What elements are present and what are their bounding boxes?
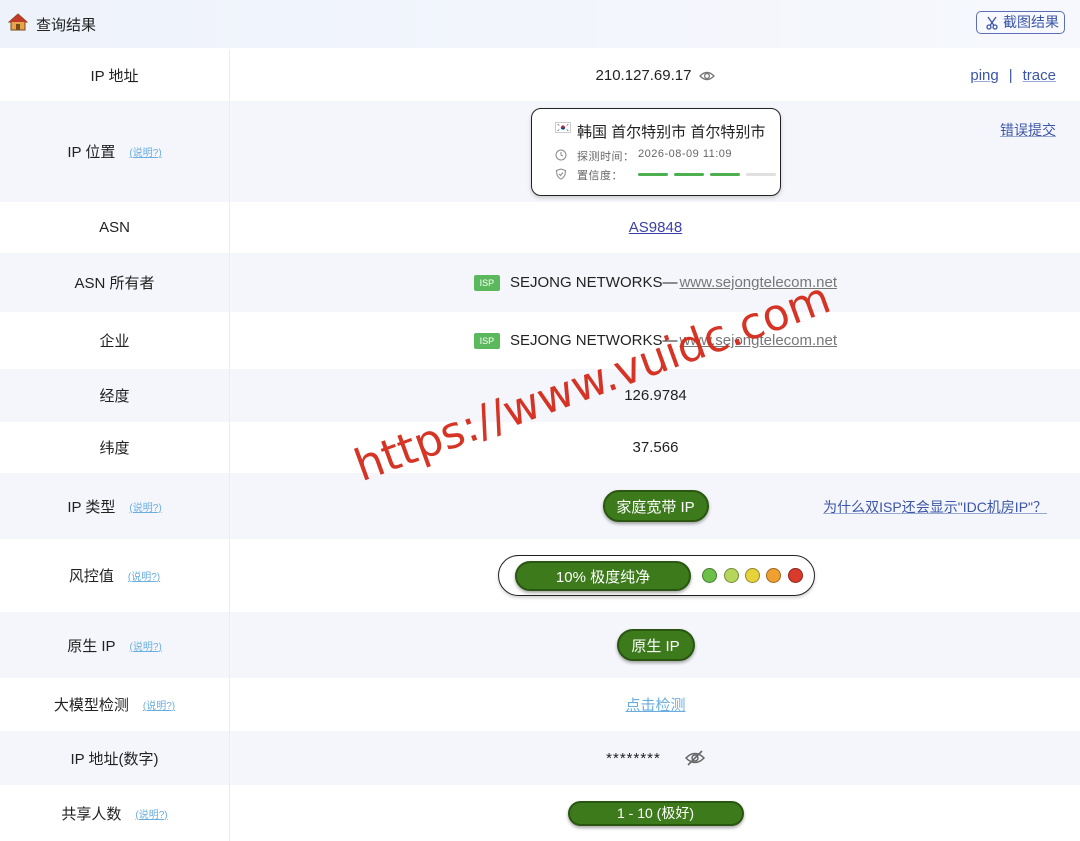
- risk-score-panel: 10% 极度纯净: [498, 555, 815, 596]
- detect-time-label: 探测时间：: [577, 151, 635, 163]
- risk-level-dot-1: [702, 568, 717, 583]
- screenshot-button[interactable]: 截图结果: [976, 11, 1065, 34]
- row-ip-type: IP 类型 (说明?) 家庭宽带 IP 为什么双ISP还会显示"IDC机房IP"…: [0, 473, 1080, 539]
- korea-flag-icon: [555, 122, 571, 133]
- eye-off-icon[interactable]: [684, 749, 705, 767]
- risk-score-badge: 10% 极度纯净: [515, 561, 691, 591]
- confidence-segment: [746, 173, 776, 176]
- risk-score-label: 风控值 (说明?): [0, 539, 230, 612]
- shield-check-icon: [555, 168, 567, 180]
- longitude-value-cell: 126.9784: [231, 369, 1080, 422]
- help-link[interactable]: (说明?): [129, 144, 161, 159]
- confidence-bar: [638, 173, 776, 176]
- row-company: 企业 ISP SEJONG NETWORKS— www.sejongteleco…: [0, 312, 1080, 369]
- shared-users-label: 共享人数 (说明?): [0, 785, 230, 841]
- ip-type-label: IP 类型 (说明?): [0, 473, 230, 539]
- shared-users-value-cell: 1 - 10 (极好): [231, 785, 1080, 841]
- row-ip-address: IP 地址 210.127.69.17 ping | trace: [0, 50, 1080, 101]
- eye-icon[interactable]: [699, 68, 716, 84]
- ip-numeric-label: IP 地址(数字): [0, 731, 230, 785]
- row-native-ip: 原生 IP (说明?) 原生 IP: [0, 612, 1080, 678]
- detect-time-value: 2026-08-09 11:09: [638, 148, 733, 160]
- confidence-segment: [674, 173, 704, 176]
- location-place: 韩国 首尔特别市 首尔特别市: [577, 124, 766, 141]
- page-title: 查询结果: [36, 17, 97, 34]
- ping-trace-links: ping | trace: [970, 67, 1056, 84]
- asn-label: ASN: [0, 202, 230, 253]
- confidence-segment: [710, 173, 740, 176]
- row-risk-score: 风控值 (说明?) 10% 极度纯净: [0, 539, 1080, 612]
- dual-isp-faq-link[interactable]: 为什么双ISP还会显示"IDC机房IP"？: [823, 497, 1047, 517]
- ip-numeric-masked-value: ********: [606, 749, 661, 767]
- risk-level-dot-3: [745, 568, 760, 583]
- screenshot-button-label: 截图结果: [1003, 14, 1059, 30]
- location-card: 韩国 首尔特别市 首尔特别市 探测时间： 2026-08-09 11:09 置信…: [531, 108, 781, 196]
- risk-level-dot-5: [788, 568, 803, 583]
- native-ip-badge: 原生 IP: [616, 629, 695, 661]
- asn-owner-website-link[interactable]: www.sejongtelecom.net: [679, 274, 837, 291]
- native-ip-label: 原生 IP (说明?): [0, 612, 230, 678]
- row-shared-users: 共享人数 (说明?) 1 - 10 (极好): [0, 785, 1080, 841]
- help-link[interactable]: (说明?): [130, 638, 162, 653]
- ip-location-label: IP 位置 (说明?): [0, 101, 230, 202]
- latitude-label: 纬度: [0, 422, 230, 473]
- asn-owner-label: ASN 所有者: [0, 253, 230, 312]
- row-longitude: 经度 126.9784: [0, 369, 1080, 422]
- risk-level-dot-4: [766, 568, 781, 583]
- confidence-label: 置信度：: [577, 170, 623, 182]
- company-website-link[interactable]: www.sejongtelecom.net: [679, 332, 837, 349]
- ping-link[interactable]: ping: [970, 67, 998, 84]
- ip-address-value-cell: 210.127.69.17: [231, 50, 1080, 101]
- isp-badge: ISP: [473, 274, 500, 291]
- llm-detection-label: 大模型检测 (说明?): [0, 678, 230, 731]
- asn-owner-name: SEJONG NETWORKS—: [509, 274, 678, 291]
- row-latitude: 纬度 37.566: [0, 422, 1080, 473]
- ip-type-badge: 家庭宽带 IP: [602, 490, 709, 522]
- company-name: SEJONG NETWORKS—: [509, 332, 678, 349]
- help-link[interactable]: (说明?): [135, 806, 167, 821]
- ip-address-value: 210.127.69.17: [595, 67, 692, 84]
- isp-badge: ISP: [473, 332, 500, 349]
- row-ip-location: IP 位置 (说明?) 韩国 首尔特别市 首尔特别市 探测时间： 2026-08…: [0, 101, 1080, 202]
- latitude-value: 37.566: [632, 439, 679, 456]
- longitude-value: 126.9784: [624, 387, 687, 404]
- click-detect-link[interactable]: 点击检测: [625, 694, 685, 715]
- longitude-label: 经度: [0, 369, 230, 422]
- home-icon: [8, 13, 28, 31]
- shared-users-badge: 1 - 10 (极好): [567, 800, 744, 826]
- report-error-link[interactable]: 错误提交: [1000, 120, 1056, 140]
- row-asn-owner: ASN 所有者 ISP SEJONG NETWORKS— www.sejongt…: [0, 253, 1080, 312]
- row-asn: ASN AS9848: [0, 202, 1080, 253]
- risk-level-dot-2: [724, 568, 739, 583]
- row-llm-detection: 大模型检测 (说明?) 点击检测: [0, 678, 1080, 731]
- help-link[interactable]: (说明?): [128, 568, 160, 583]
- company-value-cell: ISP SEJONG NETWORKS— www.sejongtelecom.n…: [231, 312, 1080, 369]
- asn-value-cell: AS9848: [231, 202, 1080, 253]
- ip-address-label: IP 地址: [0, 50, 230, 101]
- company-label: 企业: [0, 312, 230, 369]
- native-ip-value-cell: 原生 IP: [231, 612, 1080, 678]
- asn-owner-value-cell: ISP SEJONG NETWORKS— www.sejongtelecom.n…: [231, 253, 1080, 312]
- help-link[interactable]: (说明?): [129, 499, 161, 514]
- help-link[interactable]: (说明?): [143, 697, 175, 712]
- confidence-segment: [638, 173, 668, 176]
- separator: |: [1008, 67, 1013, 84]
- latitude-value-cell: 37.566: [231, 422, 1080, 473]
- ip-numeric-value-cell: ********: [231, 731, 1080, 785]
- llm-detection-value-cell: 点击检测: [231, 678, 1080, 731]
- row-ip-numeric: IP 地址(数字) ********: [0, 731, 1080, 785]
- asn-link[interactable]: AS9848: [629, 219, 682, 236]
- scissors-icon: [986, 16, 998, 30]
- clock-icon: [555, 149, 567, 161]
- trace-link[interactable]: trace: [1023, 67, 1056, 84]
- result-header: 查询结果 截图结果: [0, 0, 1080, 48]
